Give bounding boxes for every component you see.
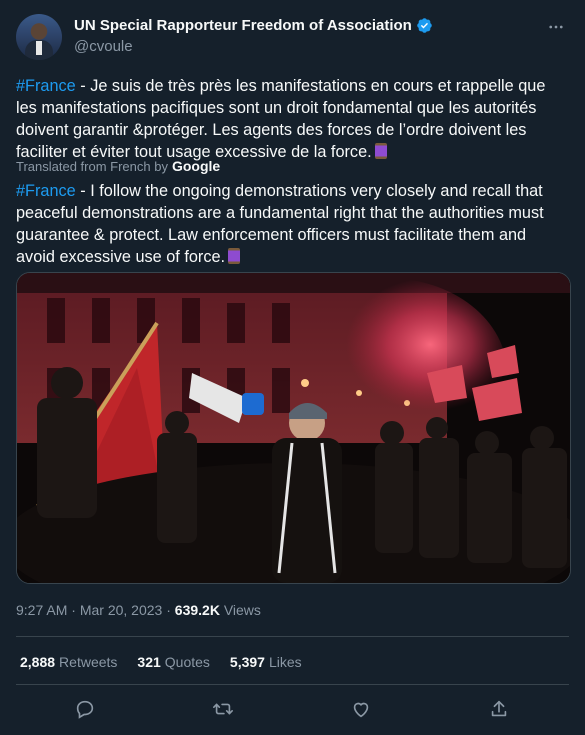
tweet-date[interactable]: Mar 20, 2023 <box>80 602 163 618</box>
retweets-label: Retweets <box>59 654 118 670</box>
tweet-actions <box>16 698 569 722</box>
meta-separator: · <box>67 602 80 618</box>
meta-separator: · <box>162 602 175 618</box>
author-name-row: UN Special Rapporteur Freedom of Associa… <box>74 17 433 34</box>
author-display-name[interactable]: UN Special Rapporteur Freedom of Associa… <box>74 17 412 34</box>
quotes-count: 321 <box>137 654 161 670</box>
views-label: Views <box>219 602 261 618</box>
likes-count: 5,397 <box>229 654 265 670</box>
reply-icon[interactable] <box>74 698 98 722</box>
translation-attribution: Translated from French by Google <box>16 158 220 174</box>
likes-stat[interactable]: 5,397 Likes <box>230 654 302 670</box>
engagement-stats: 2,888 Retweets 321 Quotes 5,397 Likes <box>20 654 322 670</box>
retweets-stat[interactable]: 2,888 Retweets <box>20 654 117 670</box>
tweet-time[interactable]: 9:27 AM <box>16 602 67 618</box>
tweet-translated-text: #France - I follow the ongoing demonstra… <box>16 180 569 268</box>
hashtag-link[interactable]: #France <box>16 182 76 200</box>
like-icon[interactable] <box>350 698 374 722</box>
author-handle[interactable]: @cvoule <box>74 38 133 55</box>
protest-photo-image <box>17 273 570 583</box>
divider <box>16 684 569 685</box>
thread-spool-emoji-icon <box>228 248 241 264</box>
retweet-icon[interactable] <box>212 698 236 722</box>
avatar-shirt <box>36 41 42 55</box>
quotes-label: Quotes <box>164 654 210 670</box>
views-count: 639.2K <box>174 602 220 618</box>
google-logo: Google <box>171 158 221 174</box>
tweet-photo[interactable] <box>16 272 571 584</box>
tweet-original-text: #France - Je suis de très près les manif… <box>16 75 569 163</box>
divider <box>16 636 569 637</box>
quotes-stat[interactable]: 321 Quotes <box>137 654 210 670</box>
tweet-timestamp-row: 9:27 AM · Mar 20, 2023 · 639.2K Views <box>16 602 261 618</box>
retweets-count: 2,888 <box>20 654 56 670</box>
thread-spool-emoji-icon <box>374 143 387 159</box>
hashtag-link[interactable]: #France <box>16 77 76 95</box>
avatar[interactable] <box>16 14 62 60</box>
translated-label: Translated from French by <box>16 158 168 174</box>
more-icon[interactable] <box>547 18 565 41</box>
tweet-header: UN Special Rapporteur Freedom of Associa… <box>16 14 569 60</box>
likes-label: Likes <box>268 654 302 670</box>
translated-body: - I follow the ongoing demonstrations ve… <box>16 182 544 266</box>
share-icon[interactable] <box>488 698 512 722</box>
verified-badge-icon <box>417 18 432 33</box>
original-body: - Je suis de très près les manifestation… <box>16 77 546 161</box>
